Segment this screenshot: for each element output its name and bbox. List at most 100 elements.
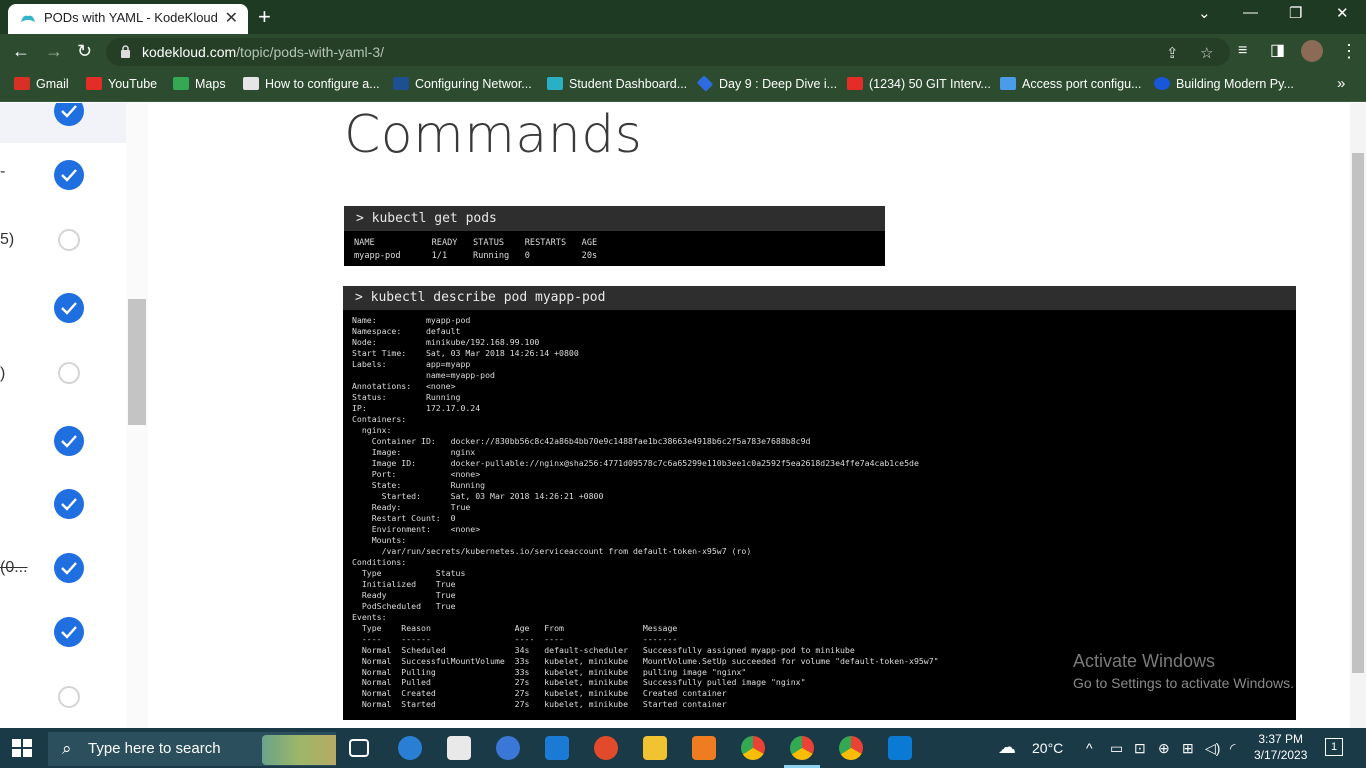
browser-toolbar: ← → ↻ kodekloud.com/topic/pods-with-yaml… bbox=[0, 34, 1366, 70]
restore-button[interactable]: ❐ bbox=[1289, 4, 1302, 22]
completed-check-icon[interactable] bbox=[54, 426, 84, 456]
tab-search-icon[interactable]: ⌄ bbox=[1198, 4, 1211, 22]
maps-icon bbox=[173, 77, 189, 90]
bookmarks-overflow-icon[interactable]: » bbox=[1337, 75, 1345, 92]
tab-close-icon[interactable]: ✕ bbox=[225, 8, 238, 28]
close-window-button[interactable]: ✕ bbox=[1336, 4, 1349, 22]
forward-icon[interactable]: → bbox=[45, 42, 63, 60]
tab-strip: PODs with YAML - KodeKloud ✕ + ⌄ — ❐ ✕ bbox=[0, 0, 1366, 34]
url-path: /topic/pods-with-yaml-3/ bbox=[236, 44, 384, 60]
chrome-icon[interactable] bbox=[741, 736, 765, 760]
bookmark-building-modern[interactable]: Building Modern Py... bbox=[1154, 77, 1294, 91]
completed-check-icon[interactable] bbox=[54, 553, 84, 583]
share-icon[interactable]: ⇪ bbox=[1166, 44, 1179, 62]
notification-icon[interactable]: 1 bbox=[1325, 738, 1343, 756]
settings-app-icon[interactable] bbox=[692, 736, 716, 760]
side-panel-icon[interactable]: ◨ bbox=[1270, 42, 1285, 60]
diamond-icon bbox=[696, 75, 714, 92]
url-domain: kodekloud.com bbox=[142, 44, 237, 60]
back-icon[interactable]: ← bbox=[12, 42, 30, 60]
sidebar-item-label: 5) bbox=[0, 231, 15, 248]
clock-time: 3:37 PM bbox=[1258, 732, 1304, 746]
vscode-icon[interactable] bbox=[888, 736, 912, 760]
bookmark-access-port[interactable]: Access port configu... bbox=[1000, 77, 1142, 91]
page-content: - 5) ) (0... Commands > kubectl get pods… bbox=[0, 103, 1366, 728]
page-scrollbar[interactable] bbox=[1350, 103, 1366, 728]
weather-icon[interactable]: ☁ bbox=[998, 737, 1016, 758]
bookmark-how-to-configure[interactable]: How to configure a... bbox=[243, 77, 380, 91]
kodekloud-icon bbox=[21, 15, 35, 22]
incomplete-circle-icon[interactable] bbox=[58, 229, 80, 251]
menu-icon[interactable]: ⋮ bbox=[1340, 42, 1358, 60]
search-icon: ⌕ bbox=[62, 739, 72, 758]
chevron-up-icon[interactable]: ^ bbox=[1086, 740, 1093, 756]
completed-check-icon[interactable] bbox=[54, 617, 84, 647]
minimize-button[interactable]: — bbox=[1243, 4, 1258, 21]
taskbar-search[interactable]: ⌕ Type here to search bbox=[48, 732, 336, 766]
terminal-command: > kubectl describe pod myapp-pod bbox=[343, 286, 1296, 310]
store-icon[interactable] bbox=[447, 736, 471, 760]
lock-icon bbox=[121, 45, 130, 58]
task-view-icon[interactable] bbox=[349, 739, 369, 757]
edge-icon[interactable] bbox=[398, 736, 422, 760]
activate-windows-watermark: Activate Windows Go to Settings to activ… bbox=[1073, 651, 1294, 691]
completed-check-icon[interactable] bbox=[54, 160, 84, 190]
site-icon bbox=[243, 77, 259, 90]
clock[interactable]: 3:37 PM 3/17/2023 bbox=[1254, 731, 1307, 763]
app-icon[interactable] bbox=[594, 736, 618, 760]
bookmarks-bar: Gmail YouTube Maps How to configure a...… bbox=[0, 70, 1366, 102]
windows-start-icon[interactable] bbox=[12, 739, 32, 757]
screen: { "browser": { "tab": {"title": "PODs wi… bbox=[0, 0, 1366, 768]
chrome-icon[interactable] bbox=[839, 736, 863, 760]
sidebar-scrollbar[interactable] bbox=[126, 103, 148, 728]
incomplete-circle-icon[interactable] bbox=[58, 362, 80, 384]
search-highlight-image bbox=[262, 735, 336, 765]
bookmark-gmail[interactable]: Gmail bbox=[14, 77, 69, 91]
address-bar[interactable]: kodekloud.com/topic/pods-with-yaml-3/ ⇪ … bbox=[106, 38, 1230, 66]
page-scroll-thumb[interactable] bbox=[1352, 153, 1364, 673]
sidebar-item-label: - bbox=[0, 163, 6, 180]
sidebar-item-label: (0... bbox=[0, 559, 28, 576]
completed-check-icon[interactable] bbox=[54, 489, 84, 519]
watermark-subtitle: Go to Settings to activate Windows. bbox=[1073, 675, 1294, 691]
usb-icon[interactable]: ⊕ bbox=[1158, 740, 1170, 757]
clock-date: 3/17/2023 bbox=[1254, 748, 1308, 762]
bookmark-student-dashboard[interactable]: Student Dashboard... bbox=[547, 77, 687, 91]
wifi-icon[interactable]: ◜ bbox=[1230, 740, 1235, 757]
kodekloud-icon bbox=[547, 77, 563, 90]
weather-temp[interactable]: 20°C bbox=[1032, 740, 1063, 756]
sidebar-scroll-thumb[interactable] bbox=[128, 299, 146, 425]
c-icon bbox=[1154, 77, 1170, 90]
completed-check-icon[interactable] bbox=[54, 293, 84, 323]
bookmark-maps[interactable]: Maps bbox=[173, 77, 226, 91]
page-title: Commands bbox=[344, 105, 643, 165]
profile-avatar[interactable] bbox=[1301, 40, 1323, 62]
taskbar: ⌕ Type here to search ☁ 20°C ^ ▭ ⊡ ⊕ ⊞ ◁… bbox=[0, 728, 1366, 768]
mail-icon[interactable] bbox=[545, 736, 569, 760]
bookmark-day-9[interactable]: Day 9 : Deep Dive i... bbox=[696, 75, 837, 92]
device-icon[interactable]: ⊞ bbox=[1182, 740, 1194, 757]
youtube-icon bbox=[86, 77, 102, 90]
new-tab-button[interactable]: + bbox=[258, 4, 271, 30]
url-text: kodekloud.com/topic/pods-with-yaml-3/ bbox=[142, 44, 384, 60]
incomplete-circle-icon[interactable] bbox=[58, 686, 80, 708]
bookmark-youtube[interactable]: YouTube bbox=[86, 77, 157, 91]
volume-icon[interactable]: ◁) bbox=[1205, 740, 1220, 757]
bookmark-star-icon[interactable]: ☆ bbox=[1200, 44, 1213, 62]
app-icon[interactable] bbox=[496, 736, 520, 760]
reload-icon[interactable]: ↻ bbox=[77, 42, 92, 60]
bookmark-configuring-network[interactable]: Configuring Networ... bbox=[393, 77, 532, 91]
network-icon[interactable]: ⊡ bbox=[1134, 740, 1146, 757]
search-placeholder: Type here to search bbox=[88, 740, 221, 757]
lesson-sidebar: - 5) ) (0... bbox=[0, 103, 126, 728]
youtube-icon bbox=[847, 77, 863, 90]
battery-icon[interactable]: ▭ bbox=[1110, 740, 1123, 757]
terminal-output: NAME READY STATUS RESTARTS AGE myapp-pod… bbox=[354, 238, 598, 261]
link-icon bbox=[1000, 77, 1016, 90]
bookmark-git-interview[interactable]: (1234) 50 GIT Interv... bbox=[847, 77, 991, 91]
tab-kodekloud[interactable]: PODs with YAML - KodeKloud ✕ bbox=[8, 4, 248, 34]
chrome-icon[interactable] bbox=[790, 736, 814, 760]
reading-list-icon[interactable]: ≡ bbox=[1238, 42, 1247, 60]
file-explorer-icon[interactable] bbox=[643, 736, 667, 760]
terminal-command: > kubectl get pods bbox=[344, 206, 885, 231]
